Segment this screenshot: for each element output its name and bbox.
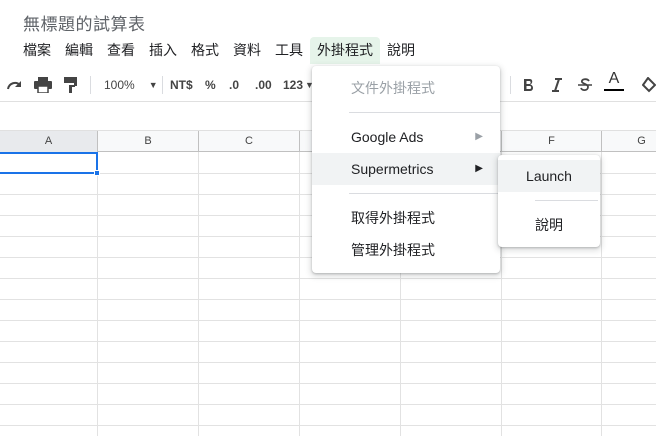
submenu-arrow-icon: ▶ [475, 131, 483, 142]
menu-separator [535, 200, 598, 201]
increase-decimals-label: .00 [255, 78, 272, 92]
column-header-b[interactable]: B [98, 131, 199, 152]
fill-color-icon[interactable] [642, 75, 656, 95]
menu-data[interactable]: 資料 [226, 37, 268, 64]
toolbar-divider [90, 76, 91, 94]
toolbar-divider [510, 76, 511, 94]
grid-line [0, 425, 656, 426]
grid-line [0, 299, 656, 300]
menu-tools[interactable]: 工具 [268, 37, 310, 64]
menubar: 檔案 編輯 查看 插入 格式 資料 工具 外掛程式 說明 [16, 36, 422, 64]
menu-insert[interactable]: 插入 [142, 37, 184, 64]
menu-separator [349, 112, 500, 113]
text-color-letter: A [608, 70, 620, 87]
fill-handle[interactable] [94, 170, 100, 176]
chevron-down-icon: ▼ [148, 80, 158, 90]
grid-line [0, 320, 656, 321]
spreadsheet-title[interactable]: 無標題的試算表 [23, 10, 146, 35]
toolbar-divider [162, 76, 163, 94]
menu-item-label: Supermetrics [351, 161, 434, 177]
grid-line [0, 383, 656, 384]
bold-button[interactable] [523, 75, 535, 95]
menu-item-get-addons[interactable]: 取得外掛程式 [312, 202, 500, 234]
menu-item-manage-addons[interactable]: 管理外掛程式 [312, 234, 500, 266]
grid-line [0, 341, 656, 342]
text-color-button[interactable]: A [604, 71, 624, 91]
column-header-f[interactable]: F [502, 131, 602, 152]
strikethrough-button[interactable] [578, 75, 592, 95]
more-formats-button[interactable]: 123 ▼ [283, 75, 314, 95]
menu-addons[interactable]: 外掛程式 [310, 36, 380, 64]
menu-item-supermetrics[interactable]: Supermetrics ▶ [312, 153, 500, 185]
increase-decimals-button[interactable]: .00 [255, 75, 272, 95]
menu-separator [349, 193, 500, 194]
addons-menu: 文件外掛程式 Google Ads ▶ Supermetrics ▶ 取得外掛程… [312, 66, 500, 273]
percent-format-button[interactable]: % [205, 75, 216, 95]
italic-button[interactable] [551, 75, 563, 95]
menu-item-google-ads[interactable]: Google Ads ▶ [312, 121, 500, 153]
text-color-bar [604, 89, 624, 91]
decrease-decimals-button[interactable]: .0 [229, 75, 239, 95]
print-icon[interactable] [34, 75, 52, 95]
paint-format-icon[interactable] [63, 75, 79, 95]
submenu-item-launch[interactable]: Launch [498, 160, 600, 192]
menu-help[interactable]: 說明 [380, 37, 422, 64]
menu-item-docs-addons: 文件外掛程式 [351, 80, 435, 96]
menu-view[interactable]: 查看 [100, 37, 142, 64]
column-header-a[interactable]: A [0, 131, 98, 152]
supermetrics-submenu: Launch 說明 [498, 155, 600, 247]
grid-line [0, 404, 656, 405]
submenu-item-help[interactable]: 說明 [498, 209, 600, 241]
more-formats-label: 123 [283, 78, 304, 92]
menu-edit[interactable]: 編輯 [58, 37, 100, 64]
zoom-select[interactable]: 100% ▼ [104, 75, 158, 95]
column-header-c[interactable]: C [199, 131, 300, 152]
grid-line [0, 362, 656, 363]
redo-icon[interactable] [6, 75, 24, 95]
column-header-g[interactable]: G [602, 131, 656, 152]
selected-cell[interactable] [0, 152, 98, 174]
menu-item-label: Google Ads [351, 129, 424, 145]
zoom-value: 100% [104, 78, 135, 92]
currency-format-button[interactable]: NT$ [170, 75, 193, 95]
grid-line [0, 278, 656, 279]
menu-format[interactable]: 格式 [184, 37, 226, 64]
menu-file[interactable]: 檔案 [16, 37, 58, 64]
submenu-arrow-icon: ▶ [475, 163, 483, 174]
decrease-decimals-label: .0 [229, 78, 240, 92]
